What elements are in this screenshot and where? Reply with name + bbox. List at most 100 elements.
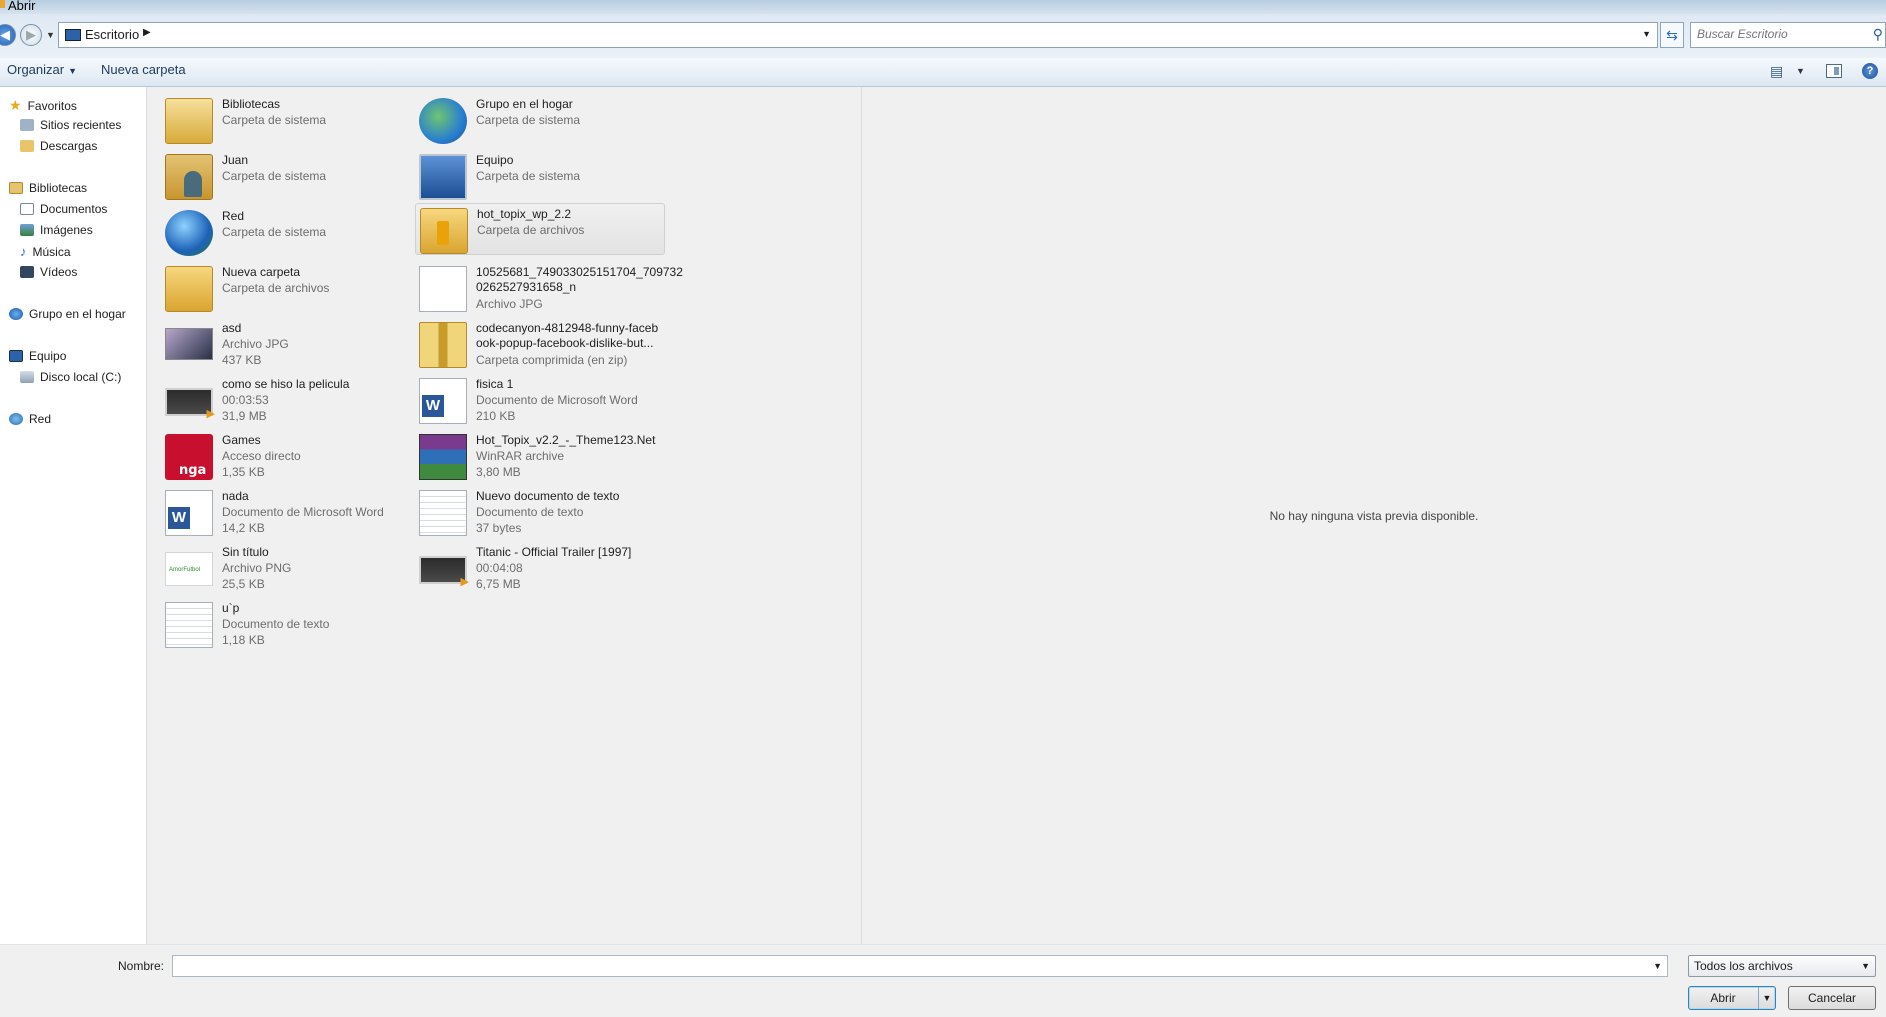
address-dropdown-icon[interactable]: ▼ [1642, 29, 1651, 39]
back-arrow-icon: ◀ [0, 27, 10, 42]
file-name: asd [222, 321, 242, 335]
file-item-nuevo-documento[interactable]: Nuevo documento de texto Documento de te… [415, 486, 665, 538]
videos-icon [20, 266, 34, 278]
file-name: Bibliotecas [222, 97, 281, 111]
file-name: codecanyon-4812948-funny-faceb ook-popup… [476, 321, 659, 350]
new-folder-button[interactable]: Nueva carpeta [101, 62, 186, 77]
images-icon [20, 224, 34, 236]
file-item-computer[interactable]: Equipo Carpeta de sistema [415, 150, 665, 202]
file-item-titanic-trailer[interactable]: Titanic - Official Trailer [1997] 00:04:… [415, 542, 665, 594]
homegroup-icon [9, 308, 23, 320]
toolbar: Organizar ▼ Nueva carpeta ▤ ▼ ? [0, 58, 1886, 87]
nav-label: Vídeos [40, 265, 78, 279]
nav-item-local-disk[interactable]: Disco local (C:) [20, 370, 121, 384]
nav-item-recent-places[interactable]: Sitios recientes [20, 118, 121, 132]
computer-icon [419, 154, 467, 200]
file-item-games[interactable]: Games Acceso directo 1,35 KB [161, 430, 411, 482]
file-name: hot_topix_wp_2.2 [477, 207, 572, 221]
search-icon[interactable]: ⚲ [1873, 26, 1883, 43]
chevron-down-icon: ▼ [1861, 961, 1870, 971]
file-size: 37 bytes [476, 521, 522, 535]
file-size: 31,9 MB [222, 409, 267, 423]
search-input[interactable] [1695, 26, 1859, 42]
file-name-input[interactable] [177, 958, 1641, 974]
nav-label: Grupo en el hogar [29, 307, 126, 321]
file-type: Documento de Microsoft Word [476, 393, 638, 407]
file-item-network[interactable]: Red Carpeta de sistema [161, 206, 411, 258]
file-name: Nuevo documento de texto [476, 489, 620, 503]
view-options-dropdown-icon[interactable]: ▼ [1796, 66, 1805, 76]
help-icon[interactable]: ? [1862, 63, 1878, 79]
organize-button[interactable]: Organizar ▼ [7, 62, 77, 77]
file-name-combobox[interactable]: ▼ [172, 955, 1668, 977]
file-type-filter[interactable]: Todos los archivos ▼ [1688, 955, 1876, 977]
chevron-down-icon[interactable]: ▼ [1653, 961, 1662, 971]
file-item-nada[interactable]: nada Documento de Microsoft Word 14,2 KB [161, 486, 411, 538]
breadcrumb-desktop[interactable]: Escritorio [85, 27, 139, 42]
homegroup-icon [419, 98, 467, 144]
search-box[interactable]: ⚲ [1690, 22, 1886, 48]
recent-pages-dropdown[interactable]: ▼ [46, 30, 55, 40]
organize-label: Organizar [7, 62, 65, 77]
nav-item-videos[interactable]: Vídeos [20, 265, 77, 279]
file-duration: 00:03:53 [222, 393, 269, 407]
file-item-homegroup[interactable]: Grupo en el hogar Carpeta de sistema [415, 94, 665, 146]
nav-item-homegroup[interactable]: Grupo en el hogar [9, 307, 126, 321]
word-document-icon [165, 490, 213, 536]
desktop-icon [65, 29, 81, 41]
file-type: Carpeta de sistema [476, 113, 581, 127]
cancel-button[interactable]: Cancelar [1788, 986, 1876, 1010]
nav-label: Imágenes [40, 223, 93, 237]
nav-item-network[interactable]: Red [9, 412, 51, 426]
file-type: Carpeta de sistema [222, 113, 327, 127]
file-name: Grupo en el hogar [476, 97, 573, 111]
file-item-juan[interactable]: Juan Carpeta de sistema [161, 150, 411, 202]
file-item-sin-titulo[interactable]: Sin título Archivo PNG 25,5 KB [161, 542, 411, 594]
file-item-jpg-10525681[interactable]: 10525681_749033025151704_709732 02625279… [415, 262, 683, 314]
file-item-fisica-1[interactable]: fisica 1 Documento de Microsoft Word 210… [415, 374, 665, 426]
forward-button[interactable]: ▶ [20, 24, 42, 46]
refresh-button[interactable]: ⇆ [1660, 22, 1684, 48]
file-name: como se hiso la pelicula [222, 377, 350, 391]
back-button[interactable]: ◀ [0, 24, 16, 46]
word-document-icon [419, 378, 467, 424]
nav-item-downloads[interactable]: Descargas [20, 139, 97, 153]
window-icon [0, 0, 5, 8]
text-document-icon [419, 490, 467, 536]
open-button[interactable]: Abrir ▼ [1688, 986, 1776, 1010]
file-item-hot-topix-folder[interactable]: hot_topix_wp_2.2 Carpeta de archivos [415, 203, 665, 255]
nav-item-documents[interactable]: Documentos [20, 202, 107, 216]
file-size: 14,2 KB [222, 521, 265, 535]
title-bar: Abrir [0, 0, 1886, 14]
file-name: Games [222, 433, 261, 447]
games-shortcut-icon [165, 434, 213, 480]
nav-item-computer[interactable]: Equipo [9, 349, 66, 363]
computer-icon [9, 350, 23, 362]
file-item-codecanyon-zip[interactable]: codecanyon-4812948-funny-faceb ook-popup… [415, 318, 665, 370]
nav-item-music[interactable]: ♪ Música [20, 244, 71, 259]
open-options-dropdown-icon[interactable]: ▼ [1758, 987, 1775, 1009]
file-type: Carpeta de archivos [222, 281, 330, 295]
file-list: Bibliotecas Carpeta de sistema Juan Carp… [147, 87, 861, 944]
change-view-icon[interactable]: ▤ [1770, 63, 1783, 80]
file-size: 25,5 KB [222, 577, 265, 591]
file-duration: 00:04:08 [476, 561, 523, 575]
nav-item-favorites[interactable]: ★ Favoritos [9, 97, 77, 114]
nav-item-images[interactable]: Imágenes [20, 223, 93, 237]
file-item-up[interactable]: u`p Documento de texto 1,18 KB [161, 598, 411, 650]
file-item-como-se-hiso[interactable]: como se hiso la pelicula 00:03:53 31,9 M… [161, 374, 411, 426]
nav-item-libraries[interactable]: Bibliotecas [9, 181, 87, 195]
file-item-new-folder[interactable]: Nueva carpeta Carpeta de archivos [161, 262, 411, 314]
file-item-asd[interactable]: asd Archivo JPG 437 KB [161, 318, 411, 370]
dialog-footer: Nombre: ▼ Todos los archivos ▼ Abrir ▼ C… [0, 944, 1886, 1017]
nav-label: Red [29, 412, 52, 426]
address-bar[interactable]: Escritorio ▶ ▼ [58, 22, 1658, 48]
address-row: ◀ ▶ ▼ Escritorio ▶ ▼ ⇆ ⚲ [0, 14, 1886, 58]
file-type: Documento de texto [476, 505, 584, 519]
preview-pane-toggle-icon[interactable] [1826, 64, 1842, 78]
breadcrumb-chevron-icon[interactable]: ▶ [143, 27, 151, 38]
file-item-hot-topix-rar[interactable]: Hot_Topix_v2.2_-_Theme123.Net WinRAR arc… [415, 430, 665, 482]
libraries-icon [9, 182, 23, 194]
file-type: Carpeta de archivos [477, 223, 585, 237]
file-item-libraries[interactable]: Bibliotecas Carpeta de sistema [161, 94, 411, 146]
